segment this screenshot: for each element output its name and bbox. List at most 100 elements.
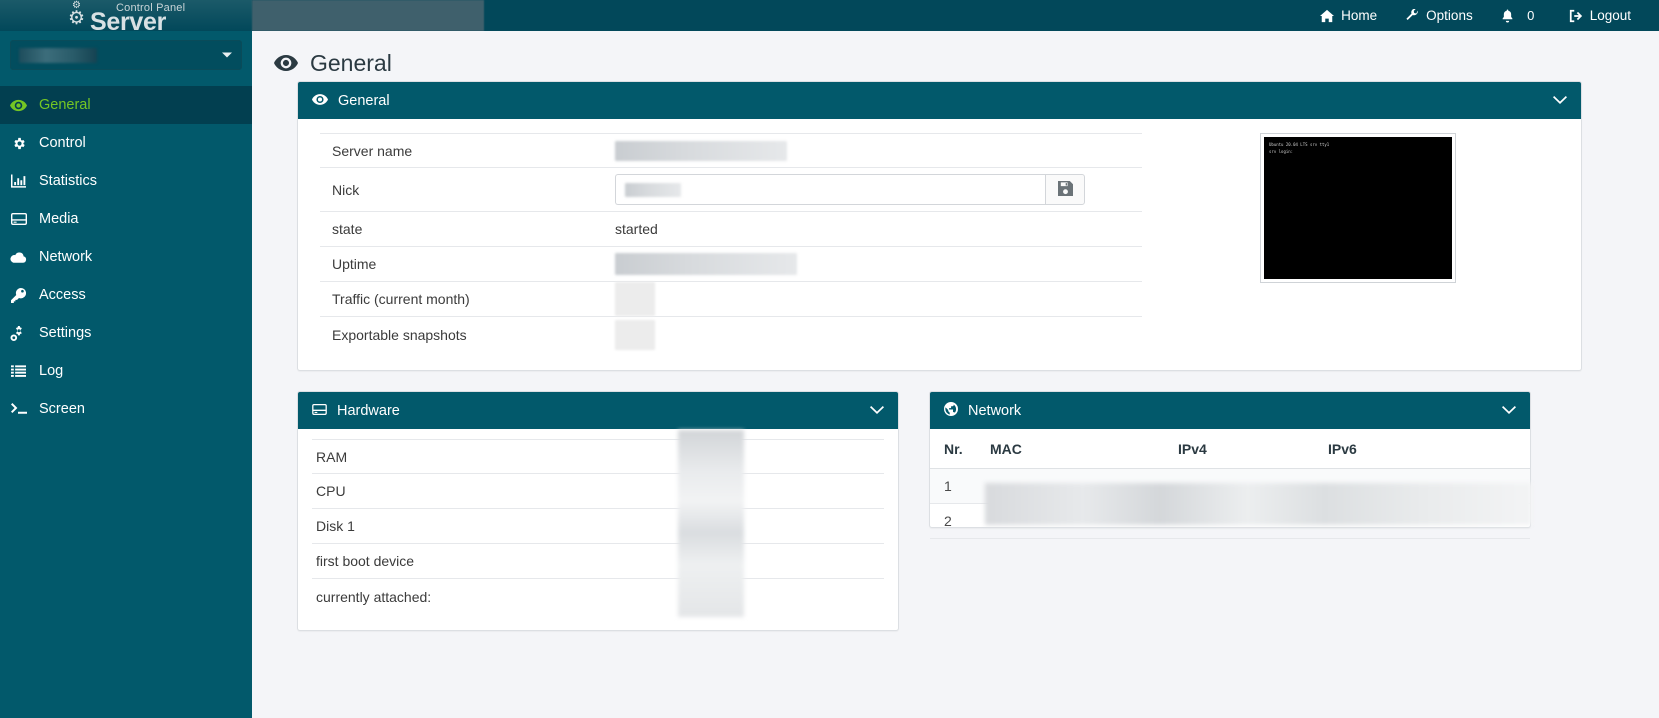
network-table-body: 1 2 — [930, 468, 1530, 539]
row-uptime: Uptime — [320, 247, 1142, 282]
sidebar-item-settings[interactable]: Settings — [0, 314, 252, 352]
sidebar-item-log-label: Log — [39, 363, 64, 379]
chevron-down-icon[interactable] — [870, 406, 884, 415]
table-row[interactable]: 2 — [930, 503, 1530, 539]
eye-icon — [274, 50, 298, 77]
brand-logo[interactable]: ⚙ ⚙ Control Panel Server — [0, 0, 252, 36]
sidebar-item-statistics-label: Statistics — [39, 173, 98, 189]
row-traffic-value — [615, 282, 1142, 316]
row-state: state started — [320, 212, 1142, 247]
row-nick-label: Nick — [332, 181, 360, 198]
control-panel-app: ⚙ ⚙ Control Panel Server Home Options 0 … — [0, 0, 1659, 718]
hardware-rows: RAM CPU Disk 1 first boot device current… — [298, 429, 898, 614]
chevron-down-icon[interactable] — [1502, 406, 1516, 415]
cell-ipv6 — [1322, 468, 1530, 504]
row-cpu: CPU — [312, 474, 884, 509]
network-table-header-row: Nr. MAC IPv4 IPv6 — [930, 429, 1530, 469]
network-panel-header: Network — [930, 392, 1530, 429]
eye-icon — [312, 93, 328, 109]
globe-icon — [944, 401, 958, 420]
row-first-boot-device-label: first boot device — [316, 553, 415, 569]
row-server-name-value — [615, 140, 1142, 161]
bar-chart-icon — [9, 174, 28, 188]
row-exportable-snapshots-label: Exportable snapshots — [332, 326, 467, 343]
row-ram-label: RAM — [316, 448, 348, 465]
sidebar-item-network[interactable]: Network — [0, 238, 252, 276]
sidebar-nav: General Control Statistics Media Network… — [0, 86, 252, 428]
cell-ipv4 — [1172, 468, 1322, 504]
page-title: General — [252, 31, 1659, 77]
topnav-home-label: Home — [1341, 8, 1378, 23]
hardware-panel: Hardware RAM CPU Disk 1 first boot devic… — [297, 391, 899, 631]
home-icon — [1320, 9, 1335, 23]
topnav-logout-label: Logout — [1589, 8, 1631, 23]
general-panel-body: Server name Nick state started Uptime Tr… — [298, 119, 1581, 371]
top-bar-tab-stub[interactable] — [252, 0, 484, 31]
terminal-preview-line-1: Ubuntu 20.04 LTS srv tty1 — [1269, 142, 1330, 147]
row-nick: Nick — [320, 168, 1142, 212]
save-nick-button[interactable] — [1045, 174, 1085, 205]
notification-count-badge: 0 — [1527, 8, 1535, 23]
terminal-preview-line-2: srv login: — [1269, 149, 1294, 154]
nick-input-group — [615, 174, 1085, 205]
sidebar-item-access[interactable]: Access — [0, 276, 252, 314]
row-ram: RAM — [312, 439, 884, 474]
sidebar-item-control-label: Control — [39, 135, 86, 151]
row-currently-attached: currently attached: — [312, 579, 884, 614]
row-uptime-value — [615, 253, 1142, 275]
sidebar-item-general-label: General — [39, 97, 91, 113]
row-exportable-snapshots-value — [615, 319, 1142, 350]
cogs-icon — [9, 325, 28, 341]
sidebar-item-screen[interactable]: Screen — [0, 390, 252, 428]
server-selector-dropdown[interactable] — [10, 40, 242, 70]
key-icon — [9, 287, 28, 303]
general-panel-header: General — [298, 82, 1581, 119]
topnav-home-button[interactable]: Home — [1306, 0, 1391, 31]
gear-icon: ⚙ — [68, 8, 86, 29]
chevron-down-icon[interactable] — [1553, 96, 1567, 105]
hard-drive-icon — [312, 403, 327, 419]
cell-nr: 2 — [930, 503, 984, 539]
cell-mac — [984, 503, 1172, 539]
sidebar-item-screen-label: Screen — [39, 401, 85, 417]
row-server-name-label: Server name — [332, 142, 413, 159]
column-ipv4: IPv4 — [1172, 429, 1322, 469]
column-ipv6: IPv6 — [1322, 429, 1530, 469]
row-state-label: state — [332, 221, 363, 237]
sidebar-item-access-label: Access — [39, 287, 86, 303]
network-table: Nr. MAC IPv4 IPv6 1 2 — [930, 429, 1530, 539]
nick-input[interactable] — [615, 174, 1045, 205]
floppy-save-icon — [1057, 180, 1073, 199]
row-disk-1: Disk 1 — [312, 509, 884, 544]
cell-ipv4 — [1172, 503, 1322, 539]
sidebar-item-statistics[interactable]: Statistics — [0, 162, 252, 200]
row-first-boot-device: first boot device — [312, 544, 884, 579]
row-traffic: Traffic (current month) — [320, 282, 1142, 317]
column-mac: MAC — [984, 429, 1172, 469]
terminal-preview-thumbnail[interactable]: Ubuntu 20.04 LTS srv tty1 srv login: — [1260, 133, 1456, 283]
page-title-label: General — [310, 50, 392, 76]
hard-drive-icon — [9, 213, 28, 225]
general-panel-title: General — [338, 92, 390, 109]
sidebar-item-media[interactable]: Media — [0, 200, 252, 238]
eye-icon — [9, 99, 28, 112]
sidebar-item-log[interactable]: Log — [0, 352, 252, 390]
row-state-value: started — [615, 221, 658, 237]
cloud-icon — [9, 252, 28, 263]
sidebar-item-control[interactable]: Control — [0, 124, 252, 162]
cell-ipv6 — [1322, 503, 1530, 539]
table-row[interactable]: 1 — [930, 468, 1530, 504]
sign-out-icon — [1569, 9, 1583, 23]
sidebar-item-general[interactable]: General — [0, 86, 252, 124]
caret-down-icon — [222, 52, 232, 58]
top-bar: ⚙ ⚙ Control Panel Server Home Options 0 … — [0, 0, 1659, 36]
sidebar-item-network-label: Network — [39, 249, 93, 265]
top-navigation: Home Options 0 Logout — [1306, 0, 1659, 31]
network-panel-title: Network — [968, 402, 1022, 419]
row-traffic-label: Traffic (current month) — [332, 291, 470, 307]
topnav-options-label: Options — [1426, 8, 1473, 23]
topnav-logout-button[interactable]: Logout — [1555, 0, 1645, 31]
topnav-notifications-button[interactable]: 0 — [1487, 0, 1555, 31]
topnav-options-button[interactable]: Options — [1391, 0, 1487, 31]
general-panel: General Server name Nick state started U… — [297, 81, 1582, 371]
